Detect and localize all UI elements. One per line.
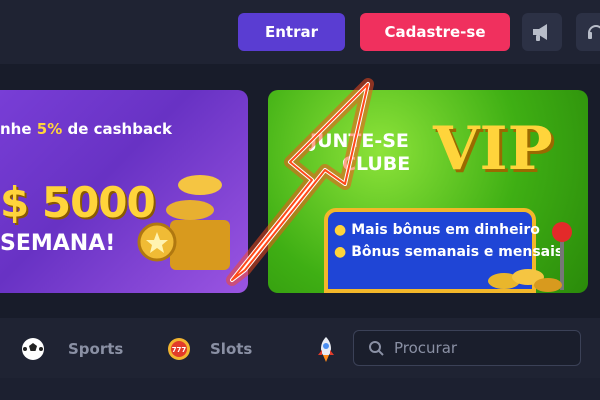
vip-club-text: CLUBE (342, 153, 411, 175)
search-icon (369, 341, 384, 356)
cashback-period: SEMANA! (0, 231, 116, 256)
vip-join-text: JUNTE-SE (310, 130, 409, 152)
cashback-amount: $ 5000 (0, 178, 156, 227)
vip-title: VIP (433, 114, 553, 184)
soccer-ball-icon (22, 338, 44, 360)
search-box[interactable] (353, 330, 581, 366)
cashback-banner[interactable]: nhe 5% de cashback $ 5000 SEMANA! (0, 90, 248, 293)
category-sports[interactable]: Sports (20, 330, 123, 368)
support-button[interactable] (576, 13, 600, 51)
headset-icon (588, 25, 600, 39)
vip-banner[interactable]: JUNTE-SE CLUBE VIP ● Mais bônus em dinhei… (268, 90, 588, 293)
category-label: Sports (68, 340, 124, 358)
svg-text:777: 777 (172, 346, 187, 354)
category-crash[interactable] (314, 330, 338, 368)
cashback-headline: nhe 5% de cashback (0, 120, 172, 138)
rocket-icon (318, 337, 334, 362)
vip-coins-icon (488, 269, 562, 292)
search-input[interactable] (394, 339, 574, 357)
category-label: Slots (210, 340, 253, 358)
category-slots[interactable]: 777 Slots (166, 330, 252, 368)
megaphone-icon (533, 24, 547, 41)
announcements-button[interactable] (522, 13, 562, 51)
vip-benefit-1: ● Mais bônus em dinheiro (334, 222, 540, 238)
signup-button[interactable]: Cadastre-se (360, 13, 510, 51)
vip-benefit-2: ● Bônus semanais e mensais (334, 244, 564, 260)
coin-stack-icon (137, 175, 230, 270)
login-button[interactable]: Entrar (238, 13, 345, 51)
slot-777-icon: 777 (168, 338, 190, 360)
